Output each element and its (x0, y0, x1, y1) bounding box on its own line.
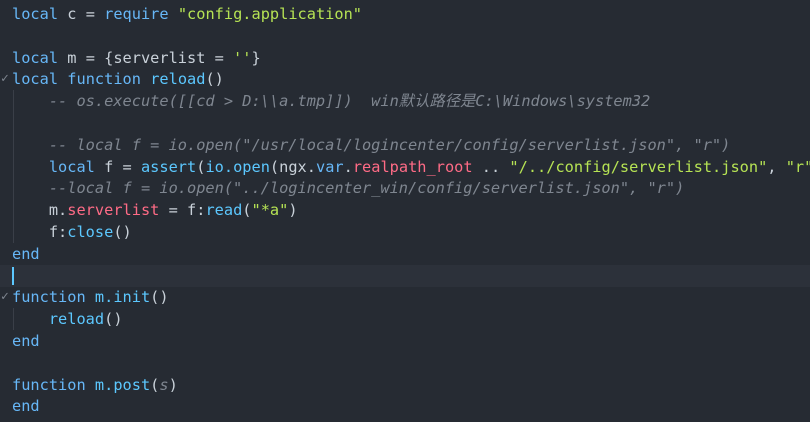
chevron-down-icon[interactable]: ✓ (1, 68, 9, 90)
code-token: f = (94, 157, 141, 176)
code-token: reload (150, 70, 206, 89)
code-token: . (343, 157, 353, 176)
code-text: end (12, 330, 40, 352)
code-token: -- os.execute([[cd > D:\\a.tmp]]) win默认路… (48, 92, 651, 111)
code-line[interactable]: --local f = io.open("../logincenter_win/… (0, 177, 810, 199)
code-token: end (12, 397, 40, 416)
code-line[interactable]: ✓ function m.init() (0, 286, 810, 308)
code-token: var (315, 157, 344, 176)
code-token: } (251, 48, 261, 67)
code-token: ( (242, 201, 252, 220)
code-token: assert (140, 157, 197, 176)
code-token: "config.application" (177, 5, 363, 23)
code-token: f: (12, 223, 68, 241)
code-text: local f = assert(io.open(ngx.var.realpat… (12, 156, 810, 178)
code-token: ) (168, 375, 178, 394)
code-line[interactable]: end (0, 243, 810, 265)
code-token: () (205, 70, 224, 89)
code-token: s (159, 375, 169, 394)
code-token: local (12, 48, 59, 67)
code-text: --local f = io.open("../logincenter_win/… (12, 177, 684, 199)
code-line[interactable]: -- local f = io.open("/usr/local/logince… (0, 134, 810, 156)
code-token: "/../config/serverlist.json" (509, 157, 768, 176)
code-token: serverlist (67, 201, 160, 220)
code-text: function m.init() (12, 286, 169, 308)
code-text: -- os.execute([[cd > D:\\a.tmp]]) win默认路… (12, 90, 650, 112)
code-line[interactable]: local c = require "config.application" (0, 3, 810, 25)
code-token: "*a" (251, 201, 289, 220)
code-token: c = (58, 5, 105, 23)
code-text: f:close() (12, 221, 132, 243)
code-text: end (12, 243, 40, 265)
code-token: read (205, 201, 243, 220)
code-line[interactable]: function m.post(s) (0, 374, 810, 396)
code-token: close (67, 223, 114, 241)
code-token: end (12, 244, 40, 263)
code-line[interactable]: f:close() (0, 221, 810, 243)
text-cursor (12, 266, 14, 285)
code-editor[interactable]: local c = require "config.application" lo… (0, 0, 810, 422)
code-text: reload() (12, 308, 123, 330)
code-token: m.init (94, 288, 151, 307)
code-token: () (104, 310, 123, 329)
code-token: = f: (159, 201, 206, 220)
code-token: local (12, 5, 59, 23)
code-token: local (12, 70, 59, 89)
code-token: , (767, 157, 786, 176)
code-token: "r" (785, 157, 810, 176)
code-line[interactable]: m.serverlist = f:read("*a") (0, 199, 810, 221)
code-token: '' (233, 48, 252, 67)
code-line[interactable]: reload() (0, 308, 810, 330)
code-token: end (12, 332, 40, 350)
code-token: m. (12, 201, 68, 220)
code-token: reload (48, 310, 105, 329)
code-token: function (12, 288, 86, 307)
code-text: local function reload() (12, 68, 224, 90)
code-line[interactable]: -- os.execute([[cd > D:\\a.tmp]]) win默认路… (0, 90, 810, 112)
code-text: function m.post(s) (12, 374, 178, 396)
code-token: local (48, 157, 95, 176)
code-token: --local f = io.open("../logincenter_win/… (48, 179, 685, 198)
code-text: end (12, 395, 40, 417)
code-line[interactable]: end (0, 330, 810, 352)
code-token: function (12, 375, 86, 394)
code-token: ) (288, 201, 298, 220)
code-token: () (113, 223, 132, 241)
code-line[interactable]: local m = {serverlist = ''} (0, 47, 810, 69)
code-line[interactable] (0, 352, 810, 374)
code-line[interactable]: local f = assert(io.open(ngx.var.realpat… (0, 156, 810, 178)
code-token: m = {serverlist = (58, 48, 234, 67)
code-line[interactable] (0, 112, 810, 134)
code-token: -- local f = io.open("/usr/local/logince… (48, 135, 731, 154)
code-token: m.post (94, 375, 151, 394)
code-text: local c = require "config.application" (12, 3, 362, 25)
code-text: local m = {serverlist = ''} (12, 47, 261, 69)
code-line[interactable]: end (0, 395, 810, 417)
code-token: io.open (205, 157, 270, 176)
code-line[interactable] (0, 264, 810, 287)
code-line[interactable] (0, 25, 810, 47)
code-text: -- local f = io.open("/usr/local/logince… (12, 134, 731, 156)
code-token: require (104, 5, 169, 23)
code-token: .. (472, 157, 510, 176)
code-token: (ngx. (269, 157, 316, 176)
code-text: m.serverlist = f:read("*a") (12, 199, 298, 221)
chevron-down-icon[interactable]: ✓ (1, 286, 9, 308)
code-token: ( (150, 375, 160, 394)
code-token: function (67, 70, 141, 89)
code-line[interactable]: ✓ local function reload() (0, 68, 810, 90)
code-token: realpath_root (352, 157, 473, 176)
code-token: () (150, 288, 169, 307)
